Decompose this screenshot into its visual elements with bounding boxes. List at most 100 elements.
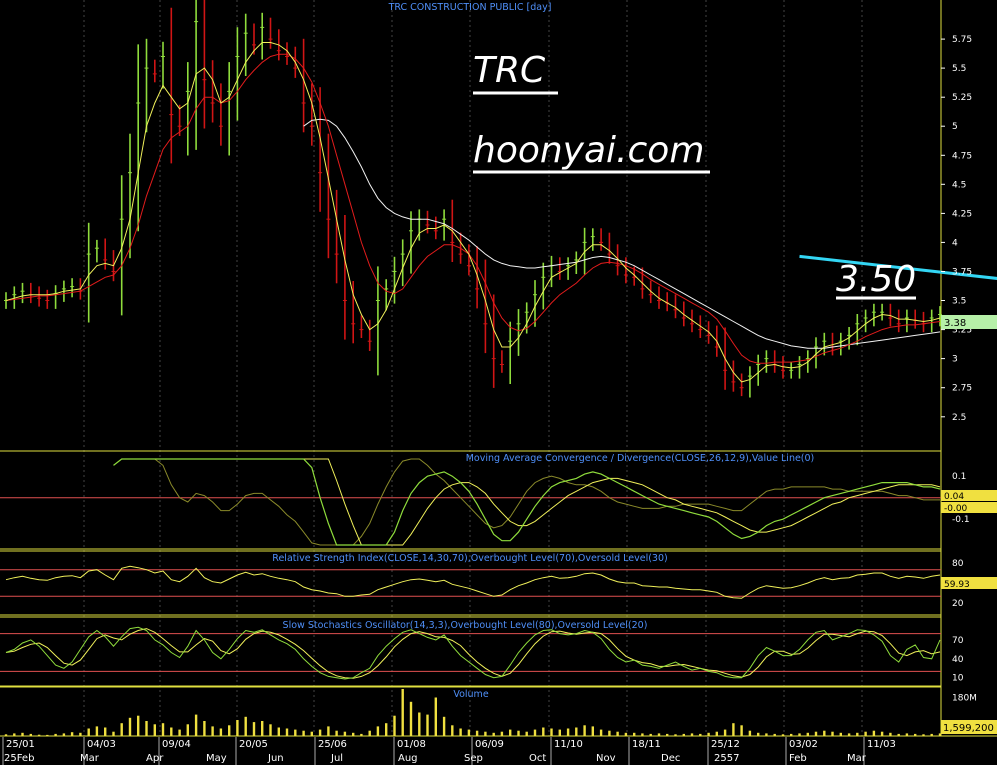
- volume-bar: [327, 726, 330, 736]
- volume-bar: [484, 731, 487, 736]
- volume-bar: [707, 732, 710, 736]
- volume-bar: [533, 729, 537, 736]
- month-label: Sep: [464, 753, 483, 764]
- volume-bar: [790, 733, 793, 736]
- volume-bar: [426, 714, 429, 736]
- volume-bar: [194, 714, 198, 736]
- volume-bar: [616, 731, 619, 736]
- volume-bar: [211, 726, 214, 736]
- volume-bar: [889, 732, 892, 736]
- rsi-tick-label: 20: [952, 599, 964, 609]
- volume-bar: [699, 733, 702, 736]
- volume-bar: [492, 732, 495, 736]
- volume-bar: [294, 729, 297, 736]
- volume-bar: [781, 734, 785, 736]
- price-tick-label: 3.75: [952, 268, 972, 278]
- volume-bar: [666, 733, 669, 736]
- volume-bar: [897, 733, 900, 736]
- volume-bar: [831, 731, 834, 736]
- volume-bar: [914, 733, 917, 736]
- date-tick-label: 18/11: [632, 739, 661, 750]
- volume-bar: [46, 734, 49, 736]
- volume-bar: [178, 729, 181, 736]
- date-tick-label: 03/02: [789, 739, 818, 750]
- volume-bar: [79, 732, 82, 736]
- month-label: Jul: [330, 753, 343, 764]
- volume-bar: [37, 734, 41, 736]
- volume-bar: [682, 733, 685, 736]
- volume-bar: [252, 722, 256, 736]
- price-tick-label: 3: [952, 355, 958, 365]
- volume-bar: [740, 725, 743, 736]
- volume-bar: [732, 723, 735, 736]
- month-label: 2557: [714, 753, 739, 764]
- volume-bar: [798, 733, 801, 736]
- rsi-value: 59.93: [944, 580, 970, 590]
- volume-bar: [517, 730, 520, 736]
- volume-bar: [261, 721, 264, 736]
- volume-bar: [95, 726, 99, 736]
- month-label: Nov: [596, 753, 616, 764]
- last-price-label: 3.38: [944, 318, 966, 329]
- macd-tick-label: -0.1: [952, 515, 970, 525]
- volume-bar: [112, 731, 115, 736]
- month-label: 25Feb: [4, 753, 34, 764]
- price-tick-label: 4.5: [952, 180, 966, 190]
- price-target-annotation: 3.50: [836, 259, 916, 300]
- volume-bar: [360, 733, 363, 736]
- chart-title: TRC CONSTRUCTION PUBLIC [day]: [388, 2, 552, 13]
- volume-bar: [467, 729, 471, 736]
- volume-bar: [228, 725, 231, 736]
- month-label: Aug: [398, 753, 418, 764]
- date-tick-label: 06/09: [475, 739, 504, 750]
- website-annotation: hoonyai.com: [473, 130, 704, 171]
- volume-bar: [170, 727, 173, 736]
- volume-bar: [236, 720, 239, 736]
- volume-bar: [161, 723, 165, 736]
- volume-bar: [558, 729, 561, 736]
- volume-bar: [930, 733, 933, 736]
- volume-bar: [542, 727, 545, 736]
- price-tick-label: 2.75: [952, 384, 972, 394]
- volume-value: 1,599,200: [943, 723, 994, 734]
- price-tick-label: 4.25: [952, 209, 972, 219]
- volume-bar: [13, 733, 16, 736]
- month-label: Mar: [80, 753, 100, 764]
- volume-bar: [54, 733, 57, 736]
- volume-bar: [418, 712, 421, 736]
- volume-bar: [186, 724, 189, 737]
- volume-bar: [856, 732, 859, 736]
- month-label: Feb: [789, 753, 807, 764]
- volume-bar: [599, 729, 603, 736]
- volume-bar: [29, 733, 32, 736]
- volume-bar: [500, 731, 504, 736]
- volume-bar: [70, 732, 74, 736]
- month-label: Oct: [529, 753, 546, 764]
- volume-bar: [310, 731, 313, 736]
- volume-label: Volume: [453, 689, 488, 700]
- volume-axis-ticks: 180M: [952, 694, 977, 704]
- volume-bar: [203, 721, 206, 736]
- volume-bar: [657, 733, 661, 736]
- price-tick-label: 4: [952, 238, 958, 248]
- volume-bar: [244, 716, 247, 736]
- volume-bar: [352, 732, 355, 736]
- date-tick-label: 25/06: [318, 739, 347, 750]
- volume-bar: [757, 732, 760, 736]
- chart-background: [0, 0, 997, 765]
- volume-bar: [459, 728, 462, 736]
- volume-bar: [872, 730, 876, 736]
- volume-bar: [343, 731, 347, 736]
- volume-bar: [566, 728, 570, 736]
- volume-bar: [409, 701, 413, 736]
- stock-chart-svg: 5.755.55.2554.754.54.2543.753.53.2532.75…: [0, 0, 997, 765]
- volume-bar: [723, 729, 727, 736]
- volume-bar: [905, 733, 909, 736]
- date-tick-label: 11/03: [867, 739, 896, 750]
- ticker-annotation: TRC: [473, 50, 546, 91]
- volume-bar: [120, 723, 123, 736]
- volume-bar: [550, 728, 553, 736]
- volume-bar: [823, 730, 826, 736]
- volume-bar: [633, 732, 636, 736]
- date-tick-label: 25/12: [711, 739, 740, 750]
